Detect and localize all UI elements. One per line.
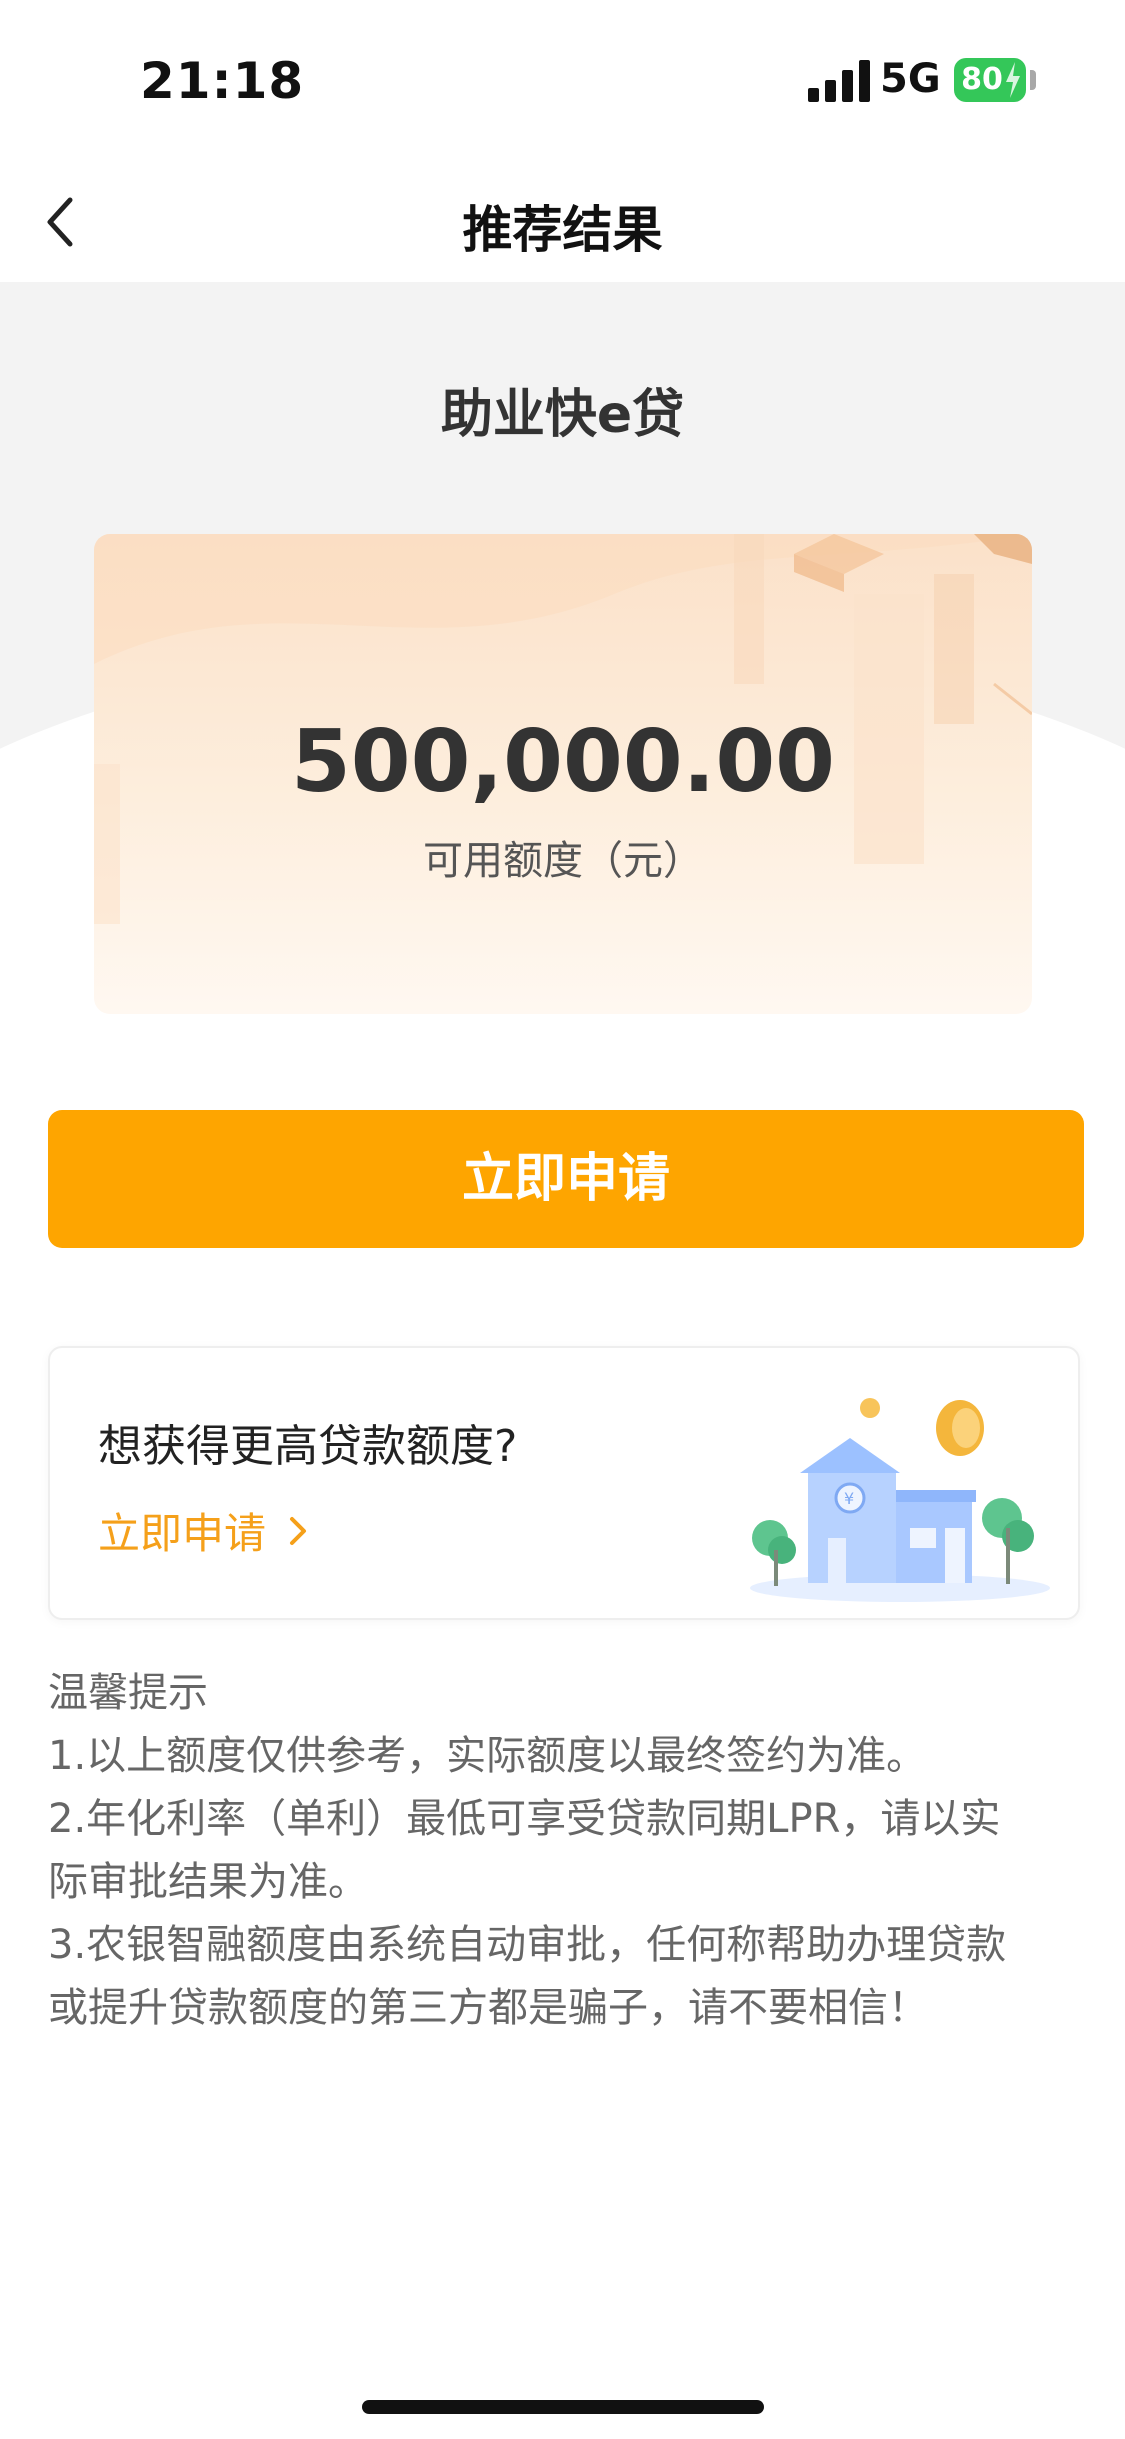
higher-limit-promo-card[interactable]: 想获得更高贷款额度? 立即申请 ¥ [48,1346,1080,1620]
promo-apply-link[interactable]: 立即申请 [98,1500,310,1561]
tips-line: 或提升贷款额度的第三方都是骗子，请不要相信！ [48,1985,928,2031]
warm-tips: 温馨提示 1.以上额度仅供参考，实际额度以最终签约为准。 2.年化利率（单利）最… [48,1662,1088,2040]
network-type: 5G [880,56,941,102]
apply-now-button[interactable]: 立即申请 [48,1110,1084,1248]
promo-apply-link-label: 立即申请 [98,1509,267,1558]
tips-line: 3.农银智融额度由系统自动审批，任何称帮助办理贷款 [48,1922,1007,1968]
svg-text:¥: ¥ [844,1489,854,1508]
nav-bar: 推荐结果 [0,160,1125,282]
battery-level: 80 [961,62,1003,97]
bank-building-icon: ¥ [750,1398,1050,1602]
status-time: 21:18 [140,52,305,110]
promo-title: 想获得更高贷款额度? [98,1421,518,1472]
status-bar: 21:18 5G 80 [0,0,1125,160]
credit-amount-card: 500,000.00 可用额度（元） [94,534,1032,1014]
tips-line: 际审批结果为准。 [48,1859,368,1905]
signal-icon [808,60,870,102]
charging-bolt-icon [1006,62,1020,98]
tips-title: 温馨提示 [48,1670,208,1716]
home-indicator[interactable] [362,2400,764,2414]
tips-line: 2.年化利率（单利）最低可享受贷款同期LPR，请以实 [48,1796,1001,1842]
available-amount-label: 可用额度（元） [423,838,703,884]
battery-cap [1030,70,1036,90]
battery-icon: 80 [954,58,1026,102]
chevron-right-icon [290,1516,307,1545]
available-amount: 500,000.00 [290,712,836,812]
page-title: 推荐结果 [462,201,663,259]
product-name: 助业快e贷 [440,385,685,445]
tips-line: 1.以上额度仅供参考，实际额度以最终签约为准。 [48,1733,927,1779]
